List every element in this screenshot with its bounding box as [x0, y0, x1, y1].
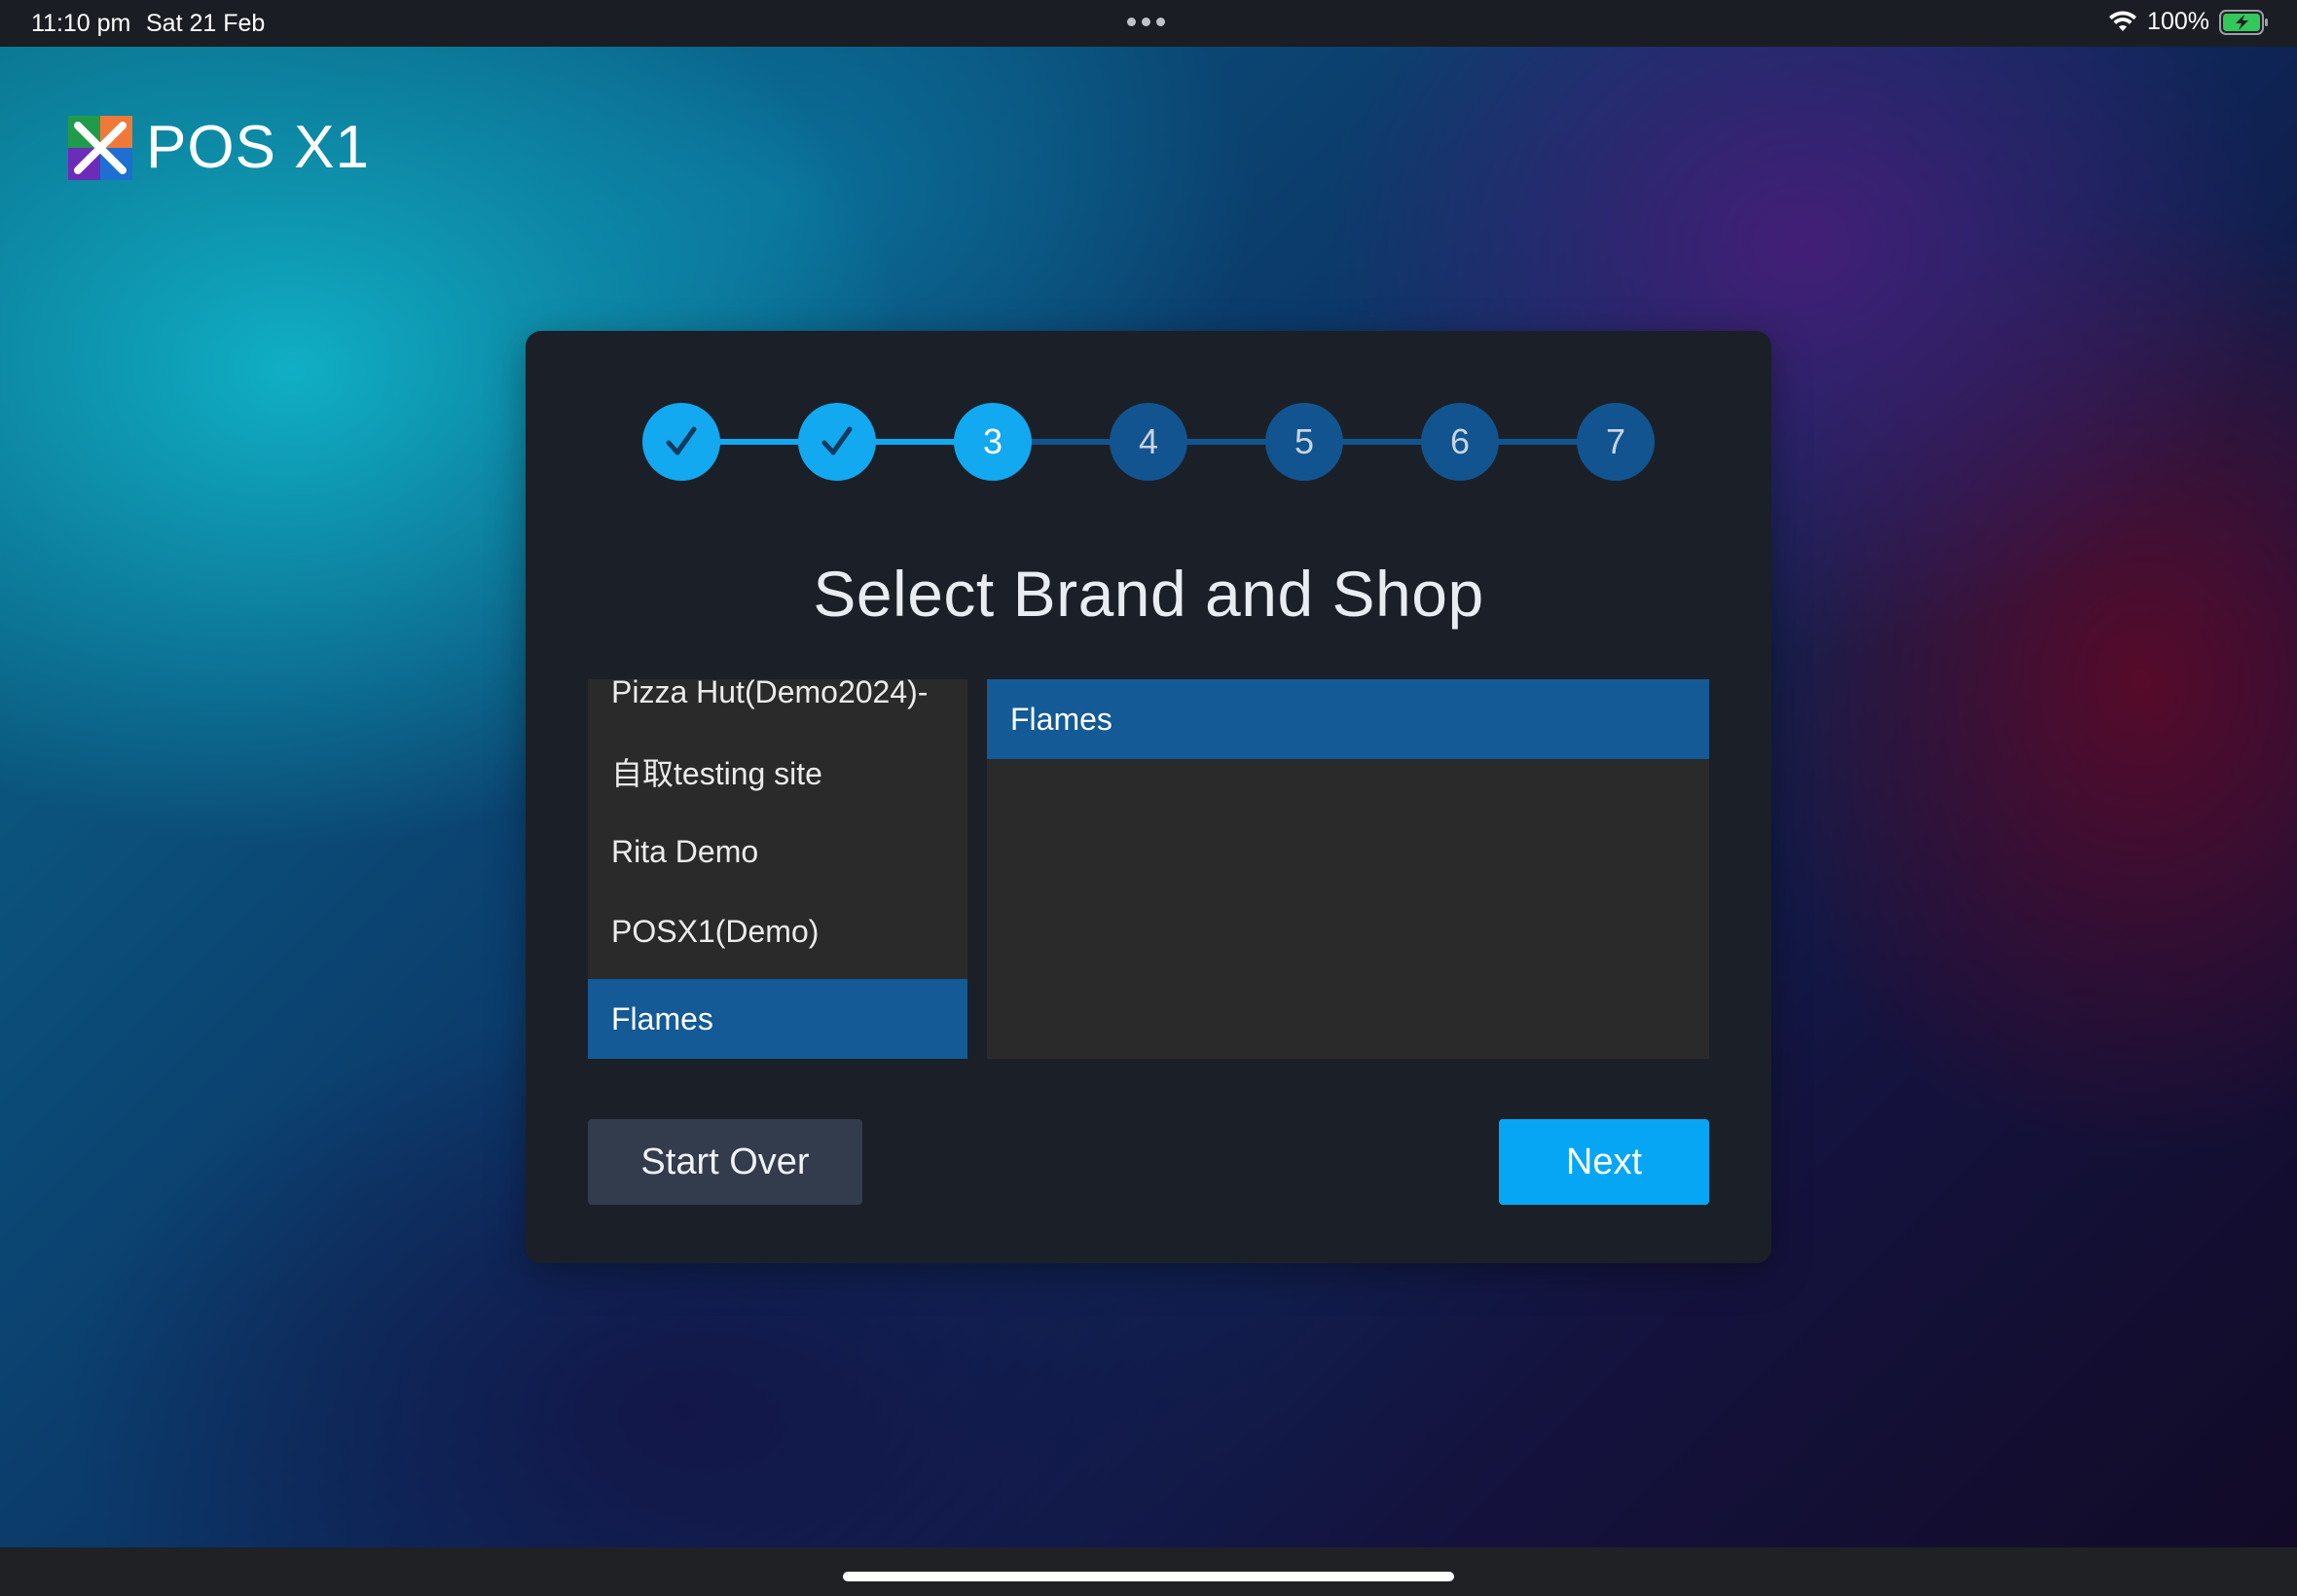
step-5: 5 — [1265, 403, 1343, 481]
shop-item-selected[interactable]: Flames — [987, 679, 1709, 759]
battery-charging-icon — [2219, 9, 2268, 35]
brand-item[interactable]: Rita Demo — [588, 812, 967, 891]
next-button[interactable]: Next — [1499, 1119, 1709, 1205]
setup-dialog: 3 4 5 6 7 Select Brand and Shop Pizza Hu… — [526, 331, 1771, 1263]
step-1 — [642, 403, 720, 481]
step-4: 4 — [1110, 403, 1187, 481]
home-indicator[interactable] — [843, 1572, 1454, 1581]
brand-list[interactable]: Pizza Hut(Demo2024)- 自取testing site Rita… — [588, 679, 967, 1059]
step-3: 3 — [954, 403, 1032, 481]
multitasking-dots-icon[interactable] — [1127, 18, 1165, 26]
setup-screen: 11:10 pm Sat 21 Feb 100% POS X1 3 4 5 6 … — [0, 0, 2297, 1596]
brand-item[interactable]: 自取testing site — [588, 732, 967, 812]
battery-percent: 100% — [2147, 8, 2209, 35]
start-over-button[interactable]: Start Over — [588, 1119, 862, 1205]
brand-item-selected[interactable]: Flames — [588, 979, 967, 1059]
step-7: 7 — [1577, 403, 1655, 481]
brand-item[interactable]: Pizza Hut(Demo2024)- — [588, 679, 967, 732]
status-right: 100% — [2108, 8, 2270, 36]
progress-stepper: 3 4 5 6 7 — [642, 403, 1655, 481]
status-bar: 11:10 pm Sat 21 Feb 100% — [0, 0, 2297, 47]
shop-list[interactable]: Flames — [987, 679, 1709, 1059]
app-logo: POS X1 — [68, 113, 370, 182]
wifi-icon — [2109, 10, 2137, 31]
app-name: POS X1 — [146, 114, 370, 181]
brand-item[interactable]: POSX1(Demo) — [588, 891, 967, 971]
dialog-title: Select Brand and Shop — [813, 558, 1484, 630]
status-time: 11:10 pm — [31, 10, 131, 37]
pos-x1-logo-icon — [68, 115, 132, 180]
step-6: 6 — [1421, 403, 1499, 481]
check-icon — [821, 426, 853, 455]
step-2 — [798, 403, 876, 481]
status-date: Sat 21 Feb — [146, 10, 266, 37]
check-icon — [666, 426, 697, 455]
